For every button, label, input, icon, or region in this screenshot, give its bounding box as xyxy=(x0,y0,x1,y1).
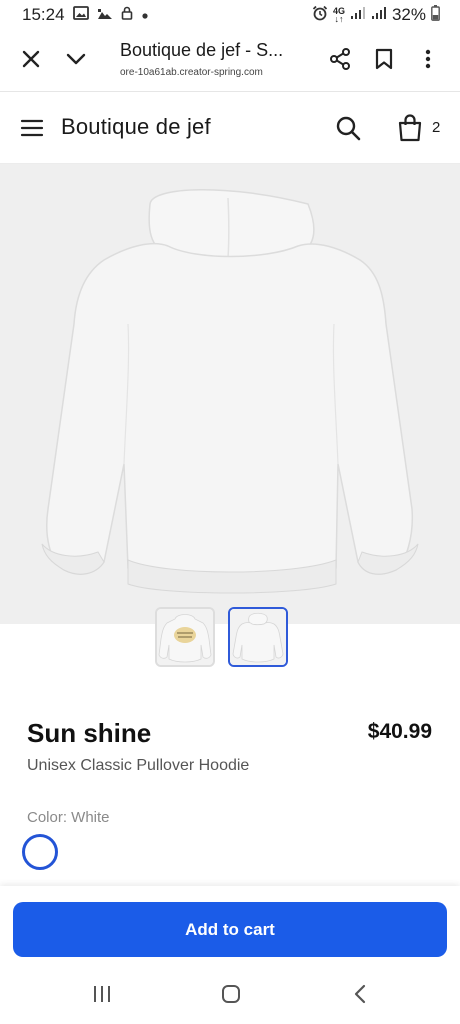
add-to-cart-bar: Add to cart xyxy=(0,886,460,968)
share-icon xyxy=(328,47,352,76)
store-header: Boutique de jef 2 xyxy=(0,92,460,164)
home-icon xyxy=(221,984,241,1009)
bookmark-button[interactable] xyxy=(369,46,399,76)
thumbnail-back[interactable] xyxy=(228,607,288,667)
minimize-tab-button[interactable] xyxy=(61,46,91,76)
battery-percentage: 32% xyxy=(391,5,426,24)
cart-count-badge: 2 xyxy=(432,119,441,136)
system-navigation-bar xyxy=(0,968,460,1024)
close-icon xyxy=(22,50,40,73)
hoodie-back-thumbnail xyxy=(230,609,286,665)
product-price: $40.99 xyxy=(367,720,432,743)
status-time: 15:24 xyxy=(22,5,65,24)
network-type: 4G ↓↑ xyxy=(333,7,345,24)
browser-title-area[interactable]: Boutique de jef - S... ore-10a61ab.creat… xyxy=(120,40,310,78)
signal-strength-icon xyxy=(350,5,366,25)
recent-apps-icon xyxy=(92,985,112,1008)
more-vertical-icon xyxy=(425,49,431,74)
color-swatch-white[interactable] xyxy=(22,834,58,870)
share-button[interactable] xyxy=(325,46,355,76)
thumbnail-front[interactable] xyxy=(155,607,215,667)
page-title: Boutique de jef - S... xyxy=(120,40,284,60)
lock-notification-icon xyxy=(121,5,133,25)
status-bar: 15:24 4G ↓↑ 32% xyxy=(0,0,460,30)
gallery-notification-icon xyxy=(72,5,89,25)
more-options-button[interactable] xyxy=(413,46,443,76)
back-button[interactable] xyxy=(347,984,373,1008)
thumbnail-strip xyxy=(0,607,460,669)
close-tab-button[interactable] xyxy=(16,46,46,76)
add-to-cart-button[interactable]: Add to cart xyxy=(13,902,447,957)
hoodie-front-thumbnail xyxy=(157,609,213,665)
chevron-down-icon xyxy=(66,52,86,71)
search-icon[interactable] xyxy=(334,114,362,142)
photo-notification-icon xyxy=(97,5,113,25)
hoodie-back-image xyxy=(0,164,460,624)
battery-icon xyxy=(431,4,440,26)
menu-icon[interactable] xyxy=(20,118,44,138)
browser-toolbar: Boutique de jef - S... ore-10a61ab.creat… xyxy=(0,30,460,92)
color-swatch-fill xyxy=(28,840,52,864)
recent-apps-button[interactable] xyxy=(89,984,115,1008)
page-url: ore-10a61ab.creator-spring.com xyxy=(120,67,263,78)
bookmark-icon xyxy=(375,48,393,75)
color-label: Color: White xyxy=(27,809,110,826)
product-name: Sun shine xyxy=(27,718,152,748)
network-activity-label: ↓↑ xyxy=(334,14,344,24)
back-chevron-icon xyxy=(353,984,367,1009)
signal-strength-icon-2 xyxy=(371,5,387,25)
store-name[interactable]: Boutique de jef xyxy=(61,114,211,140)
home-button[interactable] xyxy=(218,984,244,1008)
product-image[interactable] xyxy=(0,164,460,624)
shopping-bag-icon[interactable] xyxy=(396,113,424,143)
alarm-icon xyxy=(312,5,328,26)
dot-notification-icon xyxy=(141,5,149,25)
product-subtitle: Unisex Classic Pullover Hoodie xyxy=(27,757,250,774)
